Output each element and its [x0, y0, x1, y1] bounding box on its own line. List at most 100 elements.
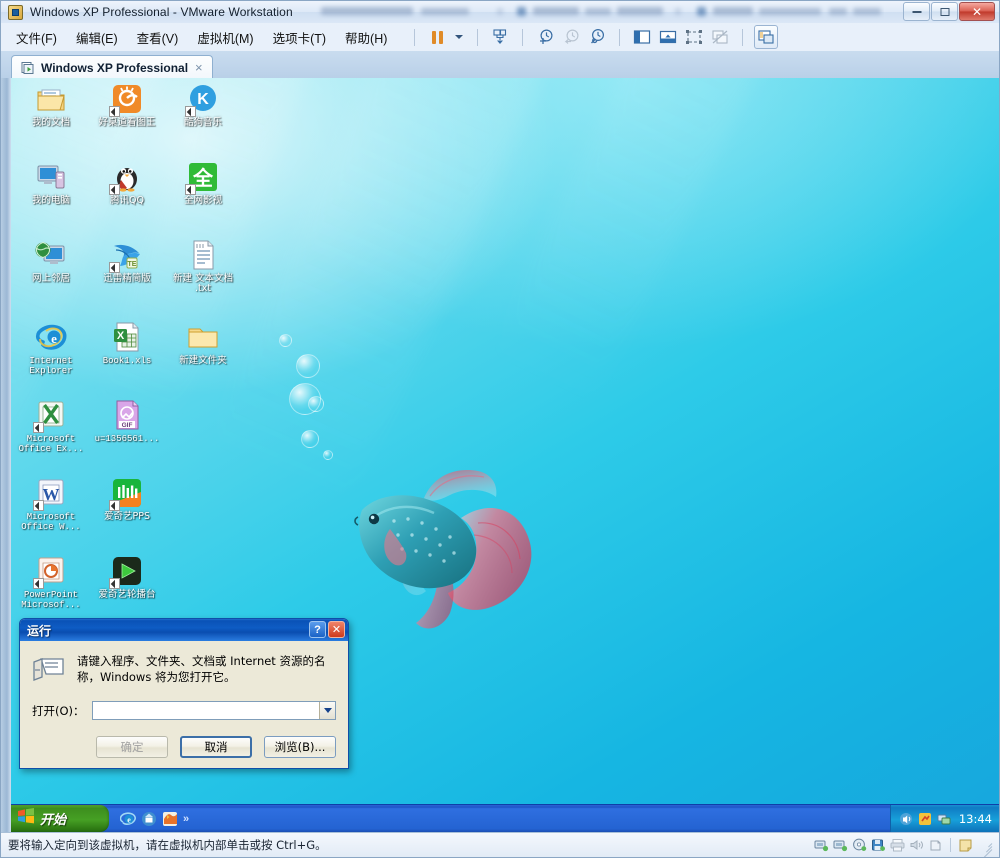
haozhuodao-icon	[109, 82, 144, 117]
desktop-icon-my-documents[interactable]: 我的文档	[15, 82, 87, 128]
desktop-icon-iqiyi-pps[interactable]: 爱奇艺PPS	[91, 476, 163, 522]
maximize-button[interactable]	[931, 2, 958, 21]
desktop-icon-label: PowerPoint Microsof...	[21, 590, 81, 610]
sidebar-icon	[634, 30, 651, 44]
desktop-icon-iqiyi-channel[interactable]: 爱奇艺轮播台	[91, 554, 163, 600]
run-cancel-button[interactable]: 取消	[180, 736, 252, 758]
tray-network-icon[interactable]	[937, 812, 951, 826]
status-icon-network1[interactable]	[814, 838, 829, 852]
bubble	[301, 430, 319, 448]
run-close-button[interactable]: ✕	[328, 621, 345, 638]
internet-explorer-icon: e	[34, 320, 68, 354]
desktop-icon-my-computer[interactable]: 我的电脑	[15, 160, 87, 206]
bubble	[308, 396, 324, 412]
run-open-input[interactable]	[92, 702, 319, 719]
quicklaunch-show-desktop[interactable]	[141, 811, 157, 827]
vm-screen-area: 我的文档 好桌道看图王 K 酷狗音乐 我的电脑 腾讯QQ 全 全网影视 网上邻居…	[1, 78, 999, 832]
status-icon-printer[interactable]	[890, 838, 905, 852]
run-ok-button[interactable]: 确定	[96, 736, 168, 758]
tray-volume-icon[interactable]	[899, 812, 913, 826]
desktop-icon-label: 爱奇艺PPS	[104, 511, 150, 522]
take-snapshot-button[interactable]	[534, 26, 556, 48]
desktop-icon-word[interactable]: W Microsoft Office W...	[15, 476, 87, 532]
status-icon-cdrom[interactable]	[852, 838, 867, 852]
desktop-icon-powerpoint[interactable]: PowerPoint Microsof...	[15, 554, 87, 610]
xp-desktop[interactable]: 我的文档 好桌道看图王 K 酷狗音乐 我的电脑 腾讯QQ 全 全网影视 网上邻居…	[11, 78, 999, 832]
quick-launch-bar: e »	[114, 811, 195, 827]
run-open-combobox[interactable]	[91, 701, 336, 720]
vmware-status-bar: 要将输入定向到该虚拟机，请在虚拟机内部单击或按 Ctrl+G。	[1, 832, 999, 858]
desktop-icon-kugou[interactable]: K 酷狗音乐	[167, 82, 239, 128]
status-device-icons	[814, 838, 997, 858]
status-icon-message[interactable]	[958, 838, 973, 852]
clock-back-icon	[564, 29, 579, 44]
tab-close-icon[interactable]: ×	[194, 61, 204, 74]
status-icon-usb[interactable]	[928, 838, 943, 852]
shortcut-overlay-icon	[109, 184, 120, 195]
iqiyi-channel-icon	[109, 554, 144, 589]
manage-snapshot-button[interactable]	[489, 26, 511, 48]
desktop-icon-gif-image[interactable]: GIF u=1356561...	[91, 398, 163, 444]
unity-button[interactable]	[709, 26, 731, 48]
desktop-icon-thunder[interactable]: TE 迅雷精简版	[91, 238, 163, 284]
desktop-icon-label: 酷狗音乐	[183, 117, 222, 128]
vm-guest-screen[interactable]: 我的文档 好桌道看图王 K 酷狗音乐 我的电脑 腾讯QQ 全 全网影视 网上邻居…	[11, 78, 999, 832]
bubble	[296, 354, 320, 378]
tab-label: Windows XP Professional	[41, 60, 189, 75]
shortcut-overlay-icon	[109, 500, 120, 511]
run-browse-button[interactable]: 浏览(B)...	[264, 736, 336, 758]
desktop-icon-network-places[interactable]: 网上邻居	[15, 238, 87, 284]
quicklaunch-media[interactable]	[162, 811, 178, 827]
status-icon-floppy[interactable]	[871, 838, 886, 852]
desktop-icon-book1-xls[interactable]: X Book1.xls	[91, 320, 163, 366]
quicklaunch-internet-explorer[interactable]: e	[119, 811, 136, 827]
folder-icon	[186, 320, 220, 354]
start-button[interactable]: 开始	[11, 805, 109, 832]
taskbar-clock[interactable]: 13:44	[959, 812, 992, 826]
snapshot-manager-button[interactable]	[586, 26, 608, 48]
menu-tabs[interactable]: 选项卡(T)	[272, 26, 327, 49]
run-open-dropdown-button[interactable]	[319, 702, 335, 719]
pause-button[interactable]	[426, 26, 448, 48]
show-sidebar-button[interactable]	[631, 26, 653, 48]
quicklaunch-overflow-button[interactable]: »	[183, 813, 189, 825]
menu-view[interactable]: 查看(V)	[136, 26, 180, 49]
tab-windows-xp-professional[interactable]: Windows XP Professional ×	[11, 55, 213, 79]
desktop-icon-haozhuodao[interactable]: 好桌道看图王	[91, 82, 163, 128]
power-dropdown[interactable]	[452, 26, 466, 48]
svg-text:W: W	[43, 485, 60, 504]
revert-snapshot-button[interactable]	[560, 26, 582, 48]
desktop-icon-qq[interactable]: 腾讯QQ	[91, 160, 163, 206]
status-message: 要将输入定向到该虚拟机，请在虚拟机内部单击或按 Ctrl+G。	[8, 838, 327, 852]
desktop-icon-label: 全网影视	[183, 195, 222, 206]
desktop-icon-quanwang[interactable]: 全 全网影视	[167, 160, 239, 206]
menu-vm[interactable]: 虚拟机(M)	[196, 26, 254, 49]
status-icon-sound[interactable]	[909, 838, 924, 852]
window-title: Windows XP Professional - VMware Worksta…	[30, 5, 293, 19]
menu-edit[interactable]: 编辑(E)	[75, 26, 119, 49]
desktop-icon-new-text-document[interactable]: 新建 文本文档 .txt	[167, 238, 239, 294]
desktop-icon-new-folder[interactable]: 新建文件夹	[167, 320, 239, 366]
desktop-icon-internet-explorer[interactable]: e Internet Explorer	[15, 320, 87, 376]
close-button[interactable]: ✕	[959, 2, 995, 21]
microsoft-powerpoint-icon	[33, 554, 68, 589]
tray-shield-icon[interactable]	[918, 812, 932, 826]
desktop-icon-excel[interactable]: Microsoft Office Ex...	[15, 398, 87, 454]
bubble	[279, 334, 292, 347]
show-thumbnail-button[interactable]	[657, 26, 679, 48]
shortcut-overlay-icon	[33, 500, 44, 511]
status-icon-network2[interactable]	[833, 838, 848, 852]
desktop-icon-label: u=1356561...	[94, 434, 160, 444]
fullscreen-button[interactable]	[683, 26, 705, 48]
menu-help[interactable]: 帮助(H)	[344, 26, 388, 49]
console-view-button[interactable]	[754, 25, 779, 49]
resize-grip[interactable]	[980, 839, 993, 858]
shortcut-overlay-icon	[185, 184, 196, 195]
svg-text:e: e	[51, 331, 57, 346]
minimize-button[interactable]	[903, 2, 930, 21]
desktop-icon-label: Microsoft Office Ex...	[18, 434, 84, 454]
menu-file[interactable]: 文件(F)	[15, 26, 58, 49]
unity-icon	[712, 30, 728, 44]
run-help-button[interactable]: ?	[309, 621, 326, 638]
toolbar-separator-2	[477, 28, 479, 46]
